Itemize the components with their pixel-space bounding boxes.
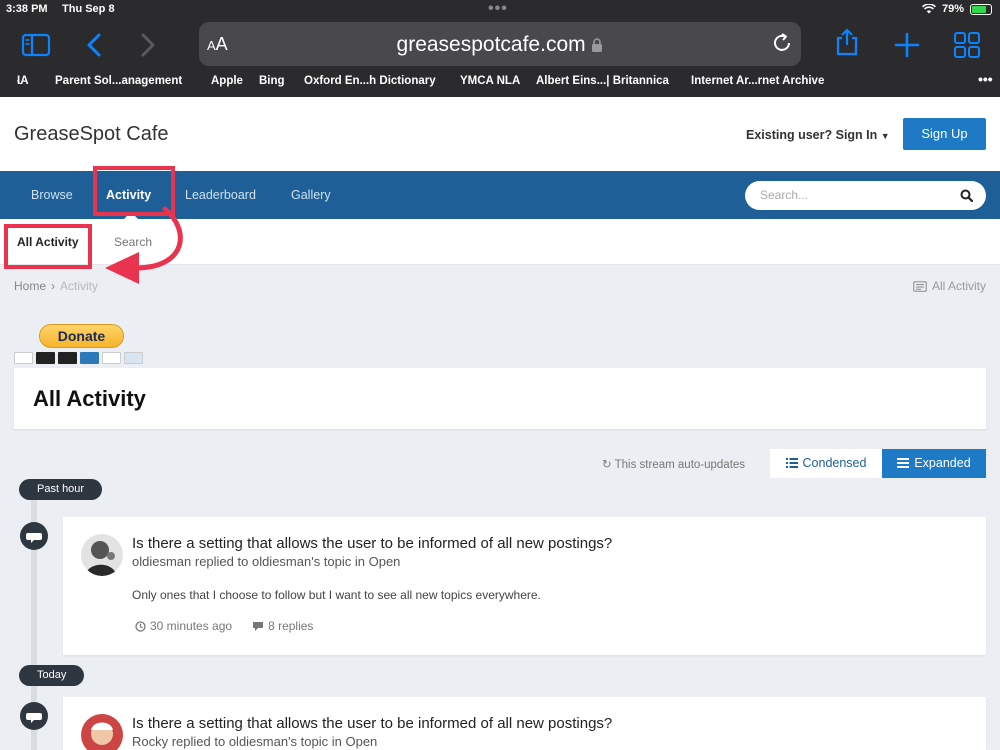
menu-icon [897, 458, 910, 468]
forward-icon[interactable] [132, 30, 162, 60]
url-text[interactable]: greasespotcafe.com [199, 33, 801, 57]
breadcrumb-home[interactable]: Home [14, 279, 46, 293]
view-toggle: Condensed Expanded [770, 449, 986, 478]
activity-item[interactable]: Is there a setting that allows the user … [63, 517, 986, 655]
mastercard-card-icon [36, 352, 55, 364]
maestro-card-icon [58, 352, 77, 364]
expanded-view-button[interactable]: Expanded [882, 449, 986, 478]
status-right: 79% [922, 3, 992, 15]
clock-icon [135, 620, 146, 632]
bookmark[interactable]: Oxford En...h Dictionary [304, 75, 436, 87]
activity-time-label: 30 minutes ago [150, 619, 233, 633]
bookmark-label: IA [17, 75, 29, 87]
address-bar[interactable]: AA greasespotcafe.com [199, 22, 801, 66]
payment-cards [14, 352, 143, 364]
lock-icon [592, 38, 603, 52]
avatar[interactable] [81, 714, 123, 750]
multitask-dots-icon[interactable]: ••• [488, 0, 508, 18]
activity-title[interactable]: Is there a setting that allows the user … [132, 535, 612, 552]
site-logo[interactable]: GreaseSpot Cafe [14, 123, 169, 146]
favorites-bar: IA ⌵ Parent Sol...anagement Apple Bing O… [0, 71, 1000, 91]
bookmark[interactable]: Internet Ar...rnet Archive [691, 75, 824, 87]
amex-card-icon [80, 352, 99, 364]
auto-update-label: This stream auto-updates [614, 459, 746, 471]
activity-subtitle: oldiesman replied to oldiesman's topic i… [132, 554, 401, 569]
visa-card-icon [14, 352, 33, 364]
comment-bubble-icon [20, 702, 48, 730]
donate-button[interactable]: Donate [39, 324, 124, 348]
page-header: All Activity [14, 368, 986, 429]
activity-subtitle: Rocky replied to oldiesman's topic in Op… [132, 734, 378, 749]
breadcrumb-right[interactable]: All Activity [913, 279, 986, 293]
activity-time[interactable]: 30 minutes ago [135, 619, 232, 633]
activity-replies-label: 8 replies [268, 619, 314, 633]
condensed-label: Condensed [802, 456, 867, 470]
tab-gallery[interactable]: Gallery [291, 188, 331, 202]
activity-replies: 8 replies [252, 619, 313, 633]
sidebar-icon[interactable] [21, 30, 51, 60]
wifi-icon [922, 4, 936, 14]
sign-in-link[interactable]: Existing user? Sign In ▼ [746, 128, 890, 142]
list-box-icon [913, 280, 927, 292]
breadcrumb-right-label: All Activity [931, 279, 986, 293]
search-input[interactable] [760, 188, 950, 202]
chevron-right-icon: › [51, 279, 56, 293]
caret-down-icon: ▼ [880, 131, 890, 141]
auto-update-notice: ↻ This stream auto-updates [602, 457, 745, 471]
time-group-label: Today [19, 665, 85, 686]
search-icon[interactable] [960, 189, 973, 202]
more-bookmarks-icon[interactable]: ••• [978, 71, 993, 87]
breadcrumb-current: Activity [60, 279, 99, 293]
bank-card-icon [124, 352, 143, 364]
page-title: All Activity [33, 386, 146, 411]
reload-icon[interactable] [771, 32, 793, 54]
bookmark[interactable]: Bing [259, 75, 285, 87]
battery-percent: 79% [941, 3, 964, 15]
bookmark-folder-ia[interactable]: IA ⌵ [17, 75, 29, 87]
comment-icon [253, 621, 264, 631]
battery-icon [970, 3, 992, 15]
status-date: Thu Sep 8 [62, 3, 115, 15]
browser-chrome: 3:38 PM Thu Sep 8 ••• 79% AA greasespotc… [0, 0, 1000, 97]
annotation-arrow-icon [105, 206, 183, 284]
comment-bubble-icon [20, 522, 48, 550]
site-search [745, 181, 986, 210]
status-bar: 3:38 PM Thu Sep 8 ••• 79% [0, 0, 1000, 20]
tab-browse[interactable]: Browse [31, 188, 73, 202]
bookmark[interactable]: Parent Sol...anagement [55, 75, 182, 87]
bookmark[interactable]: Apple [211, 75, 243, 87]
list-icon [785, 458, 798, 468]
back-icon[interactable] [80, 30, 110, 60]
activity-meta: 30 minutes ago 8 replies [135, 619, 313, 633]
time-group-label: Past hour [19, 479, 103, 500]
tabs-grid-icon[interactable] [952, 30, 982, 60]
condensed-view-button[interactable]: Condensed [770, 449, 882, 478]
share-icon[interactable] [832, 27, 862, 57]
bookmark[interactable]: YMCA NLA [460, 75, 520, 87]
discover-card-icon [102, 352, 121, 364]
new-tab-icon[interactable] [892, 30, 922, 60]
sign-in-label: Existing user? Sign In [746, 128, 878, 142]
breadcrumb: Home › Activity [14, 279, 98, 293]
status-time: 3:38 PM [6, 3, 48, 15]
tab-leaderboard[interactable]: Leaderboard [185, 188, 256, 202]
highlight-box-all-activity [4, 224, 92, 269]
url-domain: greasespotcafe.com [396, 33, 586, 56]
site-header: GreaseSpot Cafe Existing user? Sign In ▼… [0, 97, 1000, 171]
refresh-icon: ↻ [602, 459, 612, 471]
bookmark[interactable]: Albert Eins...| Britannica [536, 75, 669, 87]
sign-up-button[interactable]: Sign Up [903, 118, 986, 150]
activity-title[interactable]: Is there a setting that allows the user … [132, 715, 612, 732]
avatar[interactable] [81, 534, 123, 576]
activity-snippet: Only ones that I choose to follow but I … [132, 588, 541, 602]
expanded-label: Expanded [914, 456, 971, 470]
activity-item[interactable]: Is there a setting that allows the user … [63, 697, 986, 750]
